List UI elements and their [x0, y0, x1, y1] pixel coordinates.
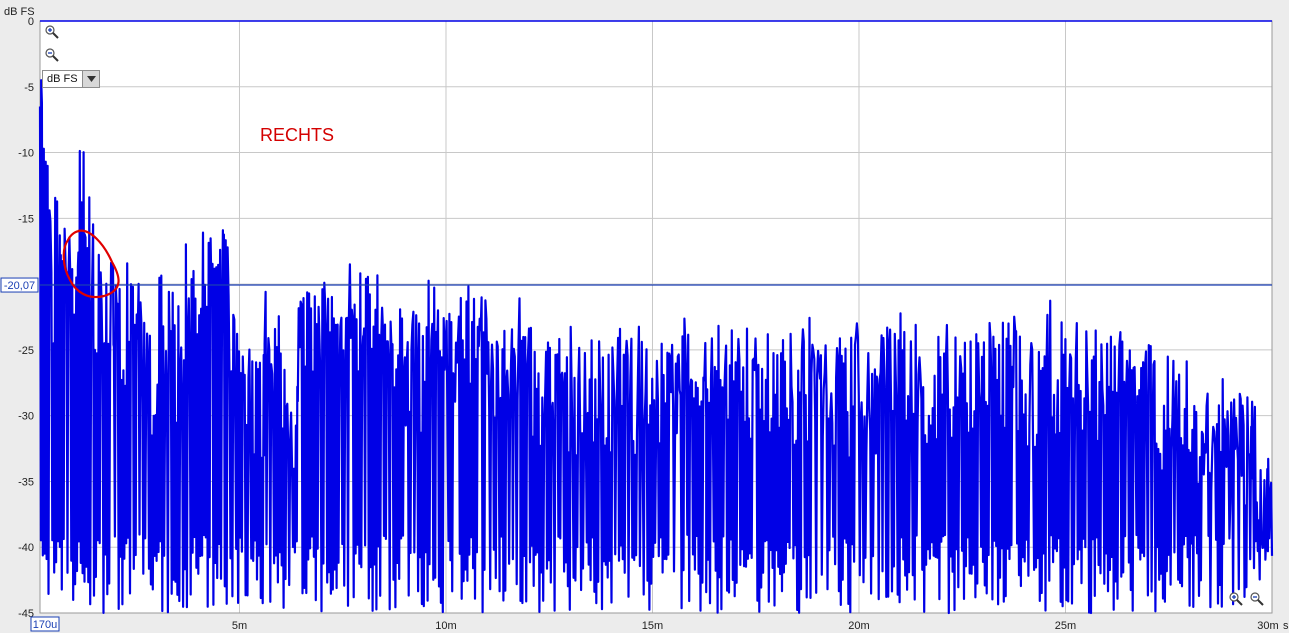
- x-unit-label: s: [1283, 620, 1289, 632]
- x-tick-label: 25m: [1055, 620, 1076, 632]
- x-tick-label: 10m: [435, 620, 456, 632]
- y-tick-label: -35: [18, 476, 34, 488]
- y-tick-label: -40: [18, 542, 34, 554]
- zoom-in-x-icon[interactable]: [1228, 591, 1243, 606]
- zoom-in-icon[interactable]: [44, 24, 59, 39]
- cursor-readout: -20,07: [4, 280, 35, 292]
- zoom-out-x-icon[interactable]: [1249, 591, 1264, 606]
- unit-select[interactable]: dB FS: [42, 70, 100, 88]
- x-tick-label: 15m: [642, 620, 663, 632]
- y-tick-label: -10: [18, 148, 34, 160]
- x-tick-label: 5m: [232, 620, 247, 632]
- x-tick-label: 20m: [848, 620, 869, 632]
- annotation-rechts: RECHTS: [260, 125, 334, 145]
- y-tick-label: -25: [18, 345, 34, 357]
- x-axis: 170u 5m 10m 15m 20m 25m 30m: [30, 616, 1279, 632]
- chart: -20,07 0-5-10-15-25-30-35-40-45 170u 5m 10…: [0, 6, 1289, 632]
- y-unit-label: dB FS: [4, 6, 35, 18]
- y-tick-label: -15: [18, 213, 34, 225]
- zoom-out-icon[interactable]: [44, 47, 59, 62]
- y-tick-label: -30: [18, 411, 34, 423]
- y-tick-label: -5: [24, 82, 34, 94]
- y-axis: 0-5-10-15-25-30-35-40-45: [18, 16, 34, 620]
- x-tick-label: 30m: [1257, 620, 1278, 632]
- chevron-down-icon: [82, 71, 99, 87]
- unit-select-value: dB FS: [47, 73, 78, 85]
- x-tick-label: 170u: [33, 619, 57, 631]
